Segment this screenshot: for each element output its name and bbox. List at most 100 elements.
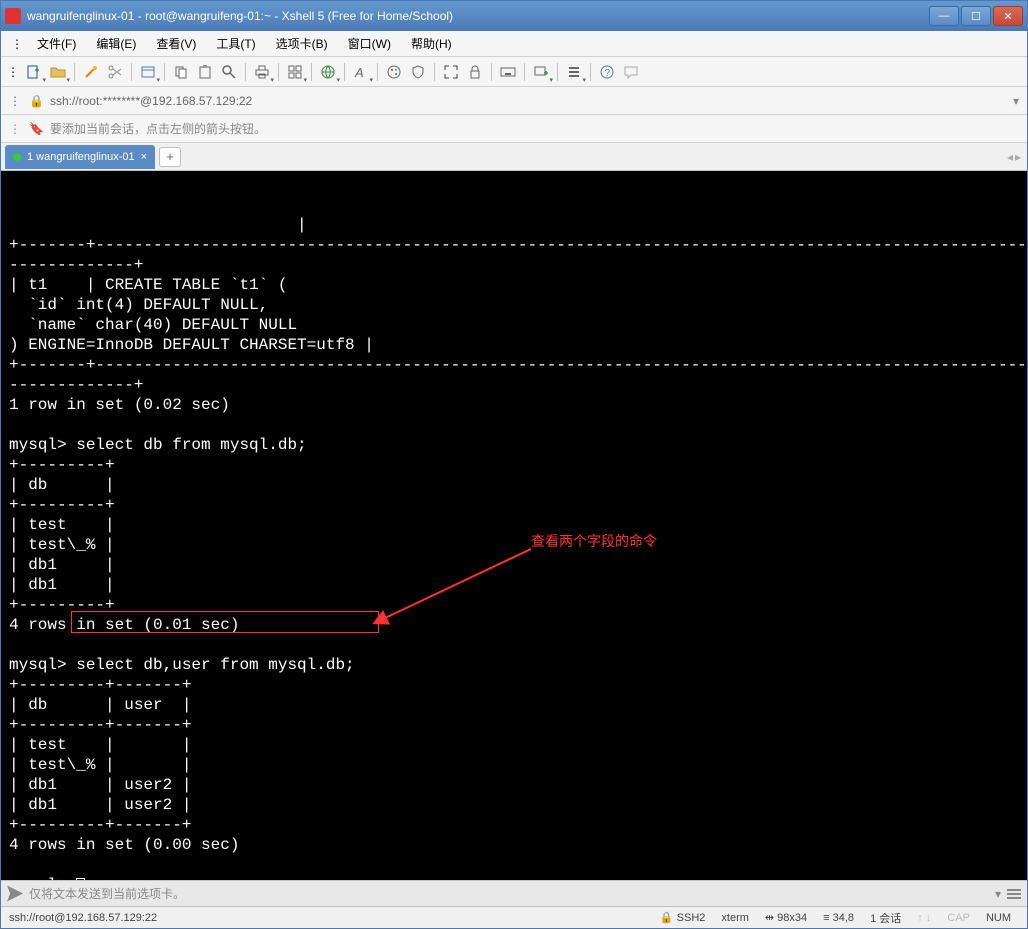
grip-icon: ⋮ <box>9 94 23 108</box>
view-mode-button[interactable] <box>563 61 585 83</box>
copy-icon <box>173 64 189 80</box>
print-button[interactable] <box>251 61 273 83</box>
chat-icon <box>623 64 639 80</box>
status-sessions: 1 会话 <box>862 910 909 926</box>
tab-bar: 1 wangruifenglinux-01 × + ◂ ▸ <box>1 143 1027 171</box>
font-button[interactable]: A <box>350 61 372 83</box>
copy-button[interactable] <box>170 61 192 83</box>
status-connection: ssh://root@192.168.57.129:22 <box>9 912 157 924</box>
open-button[interactable] <box>47 61 69 83</box>
menu-edit[interactable]: 编辑(E) <box>88 32 144 55</box>
status-size: 98x34 <box>777 912 807 924</box>
shield-icon <box>410 64 426 80</box>
svg-text:?: ? <box>605 68 611 79</box>
fullscreen-button[interactable] <box>440 61 462 83</box>
close-button[interactable]: ✕ <box>993 6 1023 26</box>
session-tab[interactable]: 1 wangruifenglinux-01 × <box>5 145 155 169</box>
svg-text:A: A <box>354 65 364 80</box>
find-button[interactable] <box>218 61 240 83</box>
status-num: NUM <box>978 912 1019 924</box>
chat-button[interactable] <box>620 61 642 83</box>
search-icon <box>221 64 237 80</box>
window-title: wangruifenglinux-01 - root@wangruifeng-0… <box>27 9 929 23</box>
help-icon: ? <box>599 64 615 80</box>
disconnect-button[interactable] <box>104 61 126 83</box>
status-pos: 34,8 <box>833 912 854 924</box>
grip-icon: ⋮ <box>11 37 25 51</box>
printer-icon <box>254 64 270 80</box>
input-bar[interactable]: 仅将文本发送到当前选项卡。 ▾ <box>1 880 1027 906</box>
lock-icon <box>467 64 483 80</box>
menu-help[interactable]: 帮助(H) <box>403 32 460 55</box>
app-icon <box>5 8 21 24</box>
font-icon: A <box>353 64 369 80</box>
grip-icon: ⋮ <box>7 65 21 79</box>
layout-button[interactable] <box>284 61 306 83</box>
help-button[interactable]: ? <box>596 61 618 83</box>
lock-icon: 🔒 <box>29 94 44 108</box>
address-text[interactable]: ssh://root:********@192.168.57.129:22 <box>50 94 1013 108</box>
ssh-lock-icon: 🔒 <box>660 912 674 924</box>
globe-icon <box>320 64 336 80</box>
menu-tabs[interactable]: 选项卡(B) <box>268 32 336 55</box>
up-arrow-icon[interactable]: ↑ <box>917 912 923 924</box>
clipboard-icon <box>197 64 213 80</box>
maximize-button[interactable]: ☐ <box>961 6 991 26</box>
minimize-button[interactable]: — <box>929 6 959 26</box>
grid-icon <box>287 64 303 80</box>
bookmark-icon[interactable]: 🔖 <box>29 122 44 136</box>
list-icon <box>566 64 582 80</box>
titlebar[interactable]: wangruifenglinux-01 - root@wangruifeng-0… <box>1 1 1027 31</box>
grip-icon: ⋮ <box>9 122 23 136</box>
folder-icon <box>50 64 66 80</box>
expand-icon <box>443 64 459 80</box>
status-cap: CAP <box>939 912 978 924</box>
new-session-button[interactable] <box>23 61 45 83</box>
input-placeholder: 仅将文本发送到当前选项卡。 <box>29 885 185 902</box>
hint-bar: ⋮ 🔖 要添加当前会话，点击左侧的箭头按钮。 <box>1 115 1027 143</box>
size-icon: ⇹ <box>765 912 774 924</box>
app-window: wangruifenglinux-01 - root@wangruifeng-0… <box>0 0 1028 929</box>
address-dropdown-icon[interactable]: ▾ <box>1013 94 1019 108</box>
tab-prev-button[interactable]: ◂ <box>1007 150 1013 164</box>
status-bar: ssh://root@192.168.57.129:22 🔒 SSH2 xter… <box>1 906 1027 928</box>
terminal[interactable]: | +-------+-----------------------------… <box>1 171 1027 880</box>
menubar: ⋮ 文件(F) 编辑(E) 查看(V) 工具(T) 选项卡(B) 窗口(W) 帮… <box>1 31 1027 57</box>
palette-icon <box>386 64 402 80</box>
menu-view[interactable]: 查看(V) <box>148 32 204 55</box>
properties-button[interactable] <box>137 61 159 83</box>
input-menu-icon[interactable] <box>1007 889 1021 899</box>
pos-icon: ≡ <box>823 912 829 924</box>
tab-next-button[interactable]: ▸ <box>1015 150 1021 164</box>
status-dot-icon <box>13 153 21 161</box>
toolbar: ⋮ A ? <box>1 57 1027 87</box>
reconnect-button[interactable] <box>80 61 102 83</box>
hint-text: 要添加当前会话，点击左侧的箭头按钮。 <box>50 120 266 137</box>
scissors-icon <box>107 64 123 80</box>
file-plus-icon <box>26 64 42 80</box>
lock-button[interactable] <box>464 61 486 83</box>
new-tab-button[interactable]: + <box>159 147 181 167</box>
input-dropdown-icon[interactable]: ▾ <box>995 887 1001 901</box>
menu-file[interactable]: 文件(F) <box>29 32 84 55</box>
window-plus-icon <box>533 64 549 80</box>
down-arrow-icon[interactable]: ↓ <box>926 912 932 924</box>
status-ssh: SSH2 <box>677 912 706 924</box>
send-icon <box>7 886 23 902</box>
tab-close-button[interactable]: × <box>141 151 147 163</box>
status-term: xterm <box>713 912 757 924</box>
wand-icon <box>83 64 99 80</box>
address-bar: ⋮ 🔒 ssh://root:********@192.168.57.129:2… <box>1 87 1027 115</box>
menu-window[interactable]: 窗口(W) <box>340 32 399 55</box>
new-window-button[interactable] <box>530 61 552 83</box>
tab-nav: ◂ ▸ <box>1007 150 1021 164</box>
paste-button[interactable] <box>194 61 216 83</box>
xagent-button[interactable] <box>407 61 429 83</box>
encoding-button[interactable] <box>317 61 339 83</box>
menu-tools[interactable]: 工具(T) <box>208 32 263 55</box>
card-icon <box>140 64 156 80</box>
keyboard-icon <box>500 64 516 80</box>
color-scheme-button[interactable] <box>383 61 405 83</box>
terminal-output: | +-------+-----------------------------… <box>9 215 1019 880</box>
keyboard-button[interactable] <box>497 61 519 83</box>
